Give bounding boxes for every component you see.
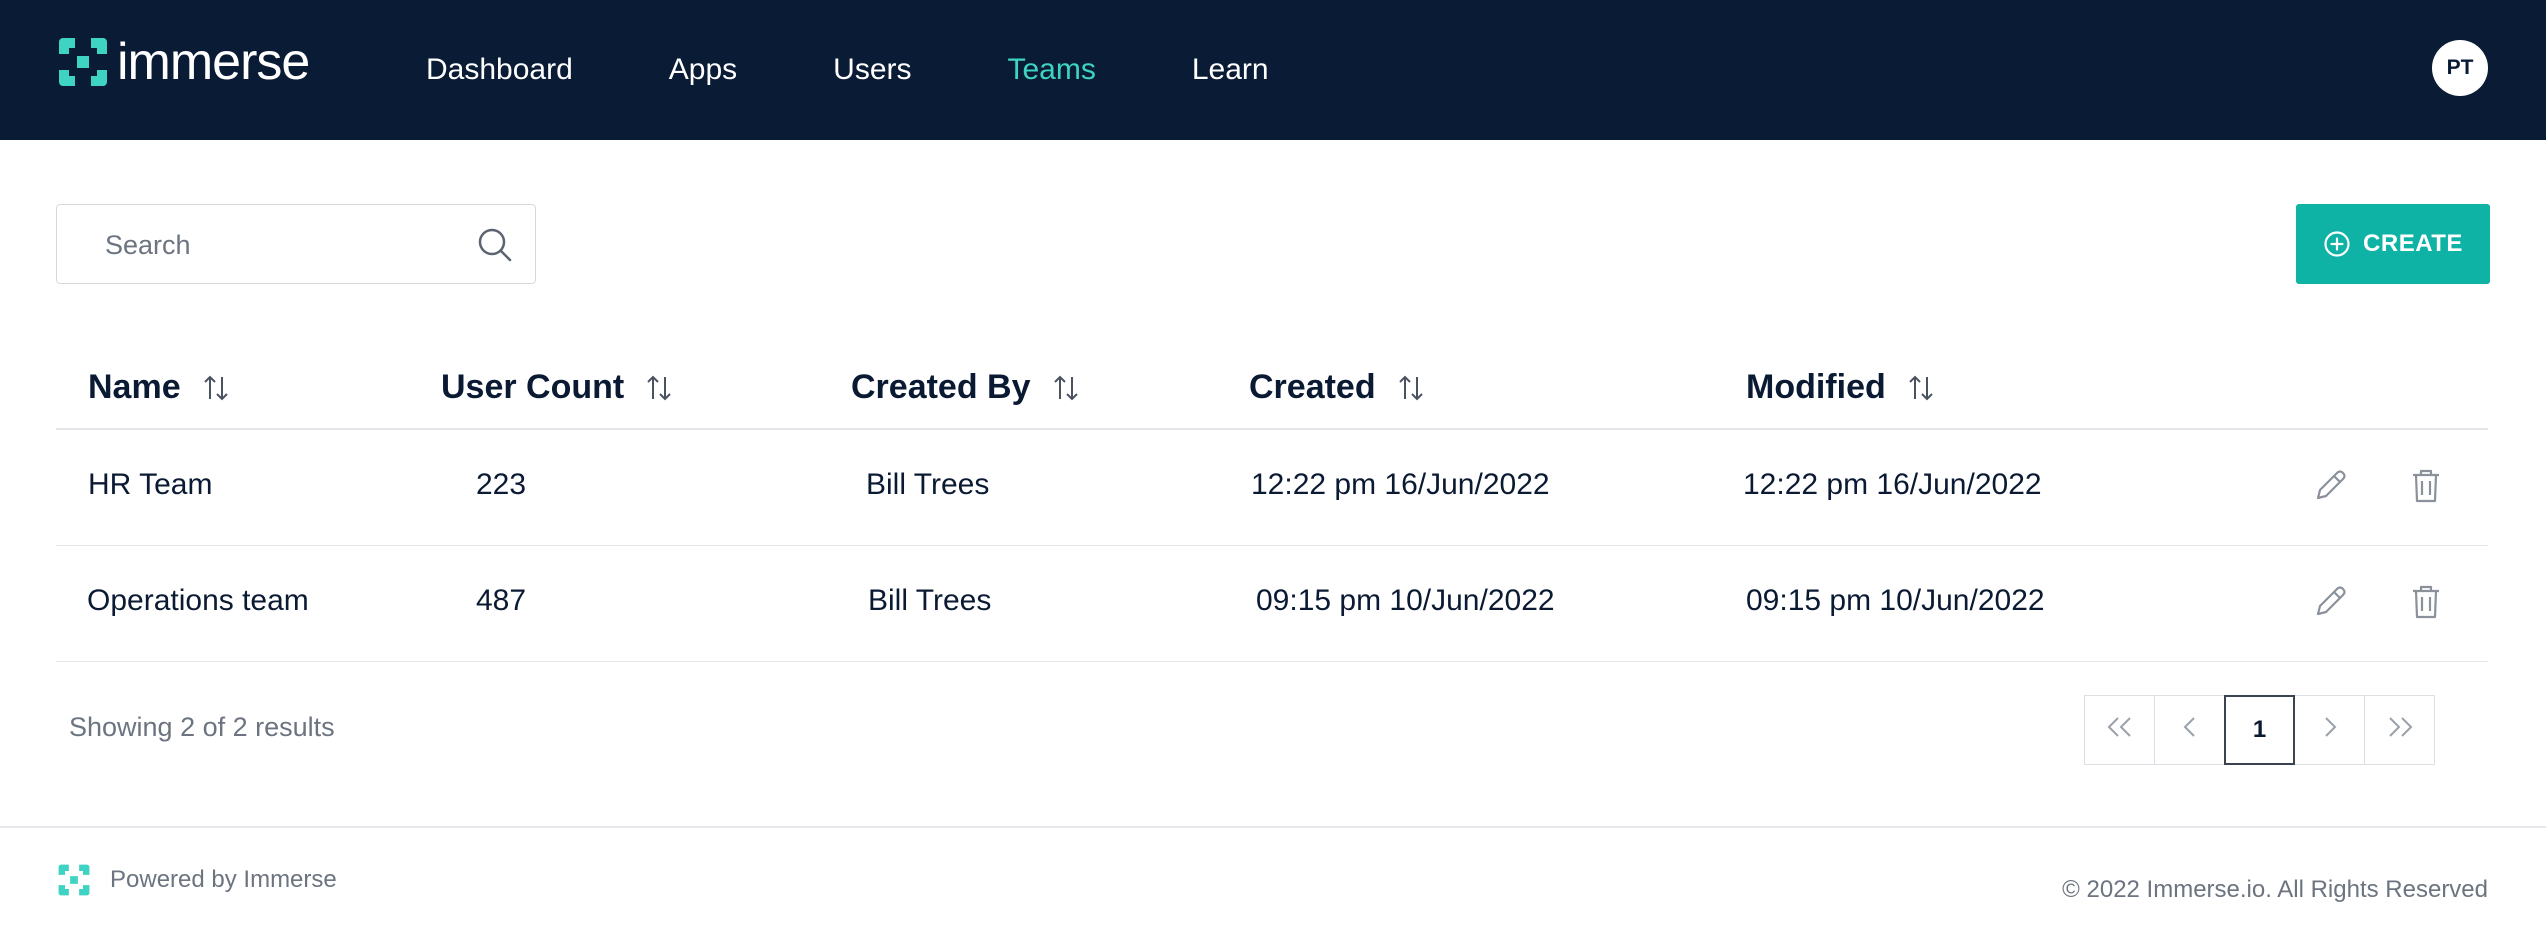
delete-trash-icon[interactable] [2406, 582, 2446, 627]
cell-name: HR Team [88, 468, 213, 501]
teams-table: Name User Count Created By Created Modif… [56, 350, 2488, 662]
column-label: Modified [1746, 368, 1886, 406]
first-page-button[interactable] [2084, 695, 2155, 765]
table-header: Name User Count Created By Created Modif… [56, 350, 2488, 430]
last-page-button[interactable] [2364, 695, 2435, 765]
brand-logo[interactable]: immerse [55, 32, 310, 92]
main-nav: Dashboard Apps Users Teams Learn [426, 0, 1365, 140]
edit-pencil-icon[interactable] [2310, 466, 2350, 511]
sort-icon[interactable] [1398, 374, 1424, 402]
cell-name: Operations team [87, 584, 309, 617]
chevron-right-icon [2320, 715, 2340, 746]
cell-user-count: 223 [476, 468, 527, 501]
nav-item-teams[interactable]: Teams [1008, 53, 1096, 87]
next-page-button[interactable] [2294, 695, 2365, 765]
column-header-user-count[interactable]: User Count [441, 368, 672, 407]
search-input[interactable] [105, 225, 465, 265]
column-header-name[interactable]: Name [88, 368, 229, 407]
immerse-logo-icon [59, 38, 107, 86]
create-team-button[interactable]: CREATE [2296, 204, 2490, 284]
user-avatar[interactable]: PT [2432, 40, 2488, 96]
powered-by-text: Powered by Immerse [110, 866, 337, 893]
table-row: HR Team 223 Bill Trees 12:22 pm 16/Jun/2… [56, 430, 2488, 546]
column-label: User Count [441, 368, 625, 406]
powered-by: Powered by Immerse [56, 862, 337, 898]
previous-page-button[interactable] [2154, 695, 2225, 765]
column-label: Name [88, 368, 181, 406]
cell-modified: 12:22 pm 16/Jun/2022 [1743, 468, 2042, 501]
cell-created-by: Bill Trees [866, 468, 990, 501]
cell-modified: 09:15 pm 10/Jun/2022 [1746, 584, 2045, 617]
plus-circle-icon [2323, 230, 2351, 258]
cell-created-by: Bill Trees [868, 584, 992, 617]
column-label: Created [1249, 368, 1376, 406]
nav-item-apps[interactable]: Apps [669, 53, 737, 87]
column-header-created-by[interactable]: Created By [851, 368, 1079, 407]
sort-icon[interactable] [646, 374, 672, 402]
cell-created: 09:15 pm 10/Jun/2022 [1256, 584, 1555, 617]
top-navigation-bar: immerse Dashboard Apps Users Teams Learn… [0, 0, 2546, 140]
column-header-modified[interactable]: Modified [1746, 368, 1934, 407]
chevron-left-icon [2180, 715, 2200, 746]
table-row: Operations team 487 Bill Trees 09:15 pm … [56, 546, 2488, 662]
pagination: 1 [2084, 695, 2435, 765]
search-icon[interactable] [475, 225, 515, 270]
page-number-button[interactable]: 1 [2224, 695, 2295, 765]
sort-icon[interactable] [1908, 374, 1934, 402]
brand-wordmark: immerse [117, 33, 310, 91]
double-chevron-left-icon [2105, 715, 2135, 746]
column-header-created[interactable]: Created [1249, 368, 1424, 407]
results-summary: Showing 2 of 2 results [69, 712, 335, 742]
cell-created: 12:22 pm 16/Jun/2022 [1251, 468, 1550, 501]
double-chevron-right-icon [2385, 715, 2415, 746]
footer-divider [0, 826, 2546, 828]
search-box [56, 204, 536, 284]
nav-item-learn[interactable]: Learn [1192, 53, 1269, 87]
copyright-text: © 2022 Immerse.io. All Rights Reserved [2062, 876, 2488, 903]
cell-user-count: 487 [476, 584, 527, 617]
immerse-logo-small-icon [58, 864, 90, 896]
nav-item-users[interactable]: Users [833, 53, 911, 87]
sort-icon[interactable] [1053, 374, 1079, 402]
create-button-label: CREATE [2363, 230, 2463, 257]
sort-icon[interactable] [203, 374, 229, 402]
column-label: Created By [851, 368, 1031, 406]
nav-item-dashboard[interactable]: Dashboard [426, 53, 573, 87]
delete-trash-icon[interactable] [2406, 466, 2446, 511]
edit-pencil-icon[interactable] [2310, 582, 2350, 627]
